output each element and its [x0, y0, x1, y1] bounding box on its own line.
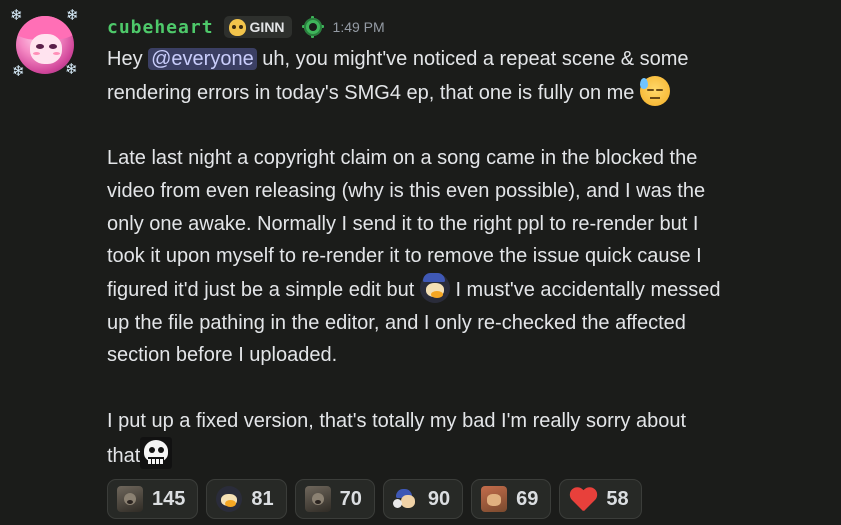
reaction-heart[interactable]: 58: [559, 479, 642, 519]
reactions-bar: 145 81 70 90 69 58: [107, 479, 642, 521]
snowflake-icon: ❄: [66, 7, 79, 24]
text: I put up a fixed version, that's totally…: [107, 409, 687, 432]
message-header: cubeheart GINN 1:49 PM: [107, 14, 385, 40]
penguin-icon[interactable]: [419, 272, 450, 303]
snowflake-icon: ❄: [10, 7, 23, 24]
reaction-count: 69: [516, 487, 539, 510]
reaction-mascot[interactable]: 90: [382, 479, 464, 519]
username[interactable]: cubeheart: [107, 17, 214, 38]
reaction-bear-2[interactable]: 70: [294, 479, 375, 519]
avatar[interactable]: ❄ ❄ ❄ ❄: [10, 7, 80, 80]
penguin-icon: [216, 486, 243, 512]
server-tag-label: GINN: [249, 19, 285, 35]
server-tag[interactable]: GINN: [223, 16, 292, 38]
reaction-count: 81: [251, 487, 274, 510]
reaction-count: 70: [339, 487, 362, 510]
text: took it upon myself to re-render it to r…: [107, 245, 702, 268]
skull-icon[interactable]: [140, 437, 173, 470]
dog-icon: [481, 486, 508, 512]
mascot-icon: [392, 486, 419, 512]
message-body: Hey @everyone uh, you might've noticed a…: [107, 43, 832, 473]
snowflake-icon: ❄: [65, 61, 78, 78]
heart-icon: [569, 486, 597, 512]
text: I must've accidentally messed: [449, 278, 721, 301]
paragraph: I put up a fixed version, that's totally…: [107, 405, 832, 473]
sweat-smile-icon[interactable]: [639, 75, 670, 106]
text: Late last night a copyright claim on a s…: [107, 147, 698, 170]
text: Hey: [107, 48, 149, 70]
mention-everyone[interactable]: @everyone: [148, 48, 257, 70]
reaction-count: 145: [152, 487, 186, 510]
text: video from even releasing (why is this e…: [107, 179, 706, 202]
chat-message: ❄ ❄ ❄ ❄ cubeheart GINN 1:49 PM Hey @ever…: [0, 0, 841, 525]
text: section before I uploaded.: [107, 344, 338, 367]
bear-icon: [117, 486, 143, 512]
text: figured it'd just be a simple edit but: [107, 278, 420, 301]
text: uh, you might've noticed a repeat scene …: [256, 48, 689, 70]
reaction-dog[interactable]: 69: [471, 479, 552, 519]
text: only one awake. Normally I send it to th…: [107, 212, 699, 235]
skull-icon: [228, 18, 246, 36]
reaction-penguin[interactable]: 81: [206, 479, 287, 519]
text: that: [107, 445, 141, 468]
reaction-count: 90: [427, 487, 451, 510]
snowflake-icon: ❄: [12, 63, 25, 80]
text: rendering errors in today's SMG4 ep, tha…: [107, 81, 635, 104]
timestamp[interactable]: 1:49 PM: [333, 19, 385, 35]
bear-icon: [304, 486, 331, 512]
role-icon[interactable]: [301, 16, 324, 38]
text: up the file pathing in the editor, and I…: [107, 311, 686, 334]
paragraph: Late last night a copyright claim on a s…: [107, 142, 832, 372]
reaction-bear[interactable]: 145: [107, 479, 199, 519]
paragraph: Hey @everyone uh, you might've noticed a…: [107, 43, 832, 109]
reaction-count: 58: [606, 487, 629, 510]
